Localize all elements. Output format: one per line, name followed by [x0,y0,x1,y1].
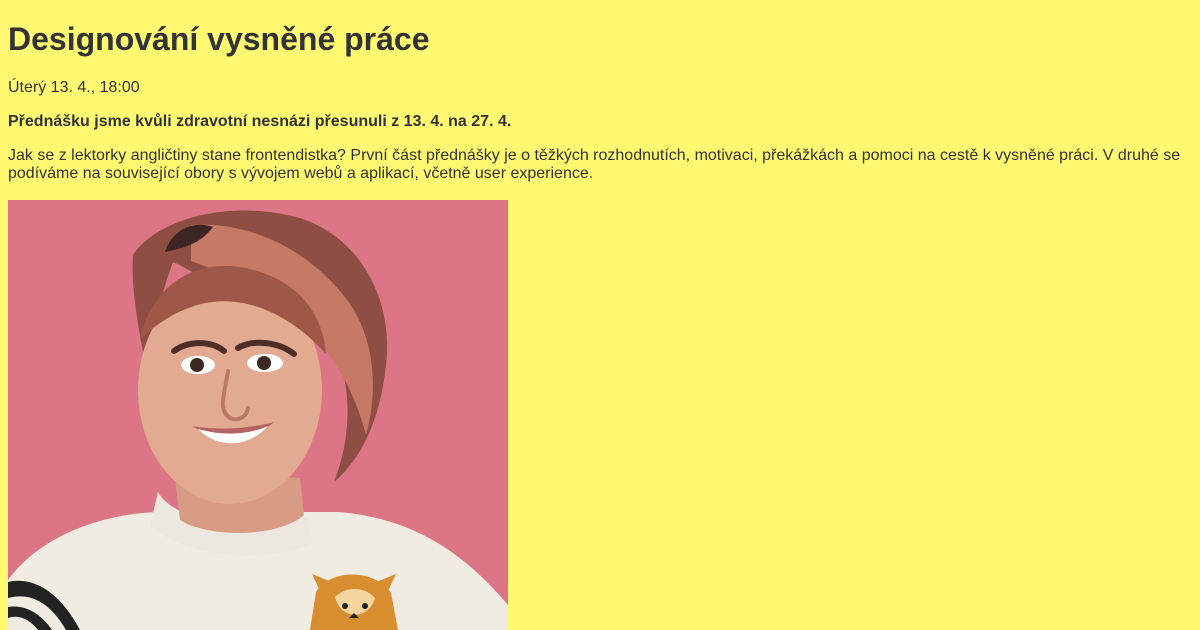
event-description: Jak se z lektorky angličtiny stane front… [8,147,1181,182]
speaker-portrait-icon [8,200,508,630]
event-date: Úterý 13. 4., 18:00 [8,79,140,96]
event-page: Designování vysněné práce Úterý 13. 4., … [0,0,1200,630]
event-title: Designování vysněné práce [8,21,430,57]
rescheduling-notice: Přednášku jsme kvůli zdravotní nesnázi p… [8,113,512,130]
speaker-photo [8,200,508,630]
